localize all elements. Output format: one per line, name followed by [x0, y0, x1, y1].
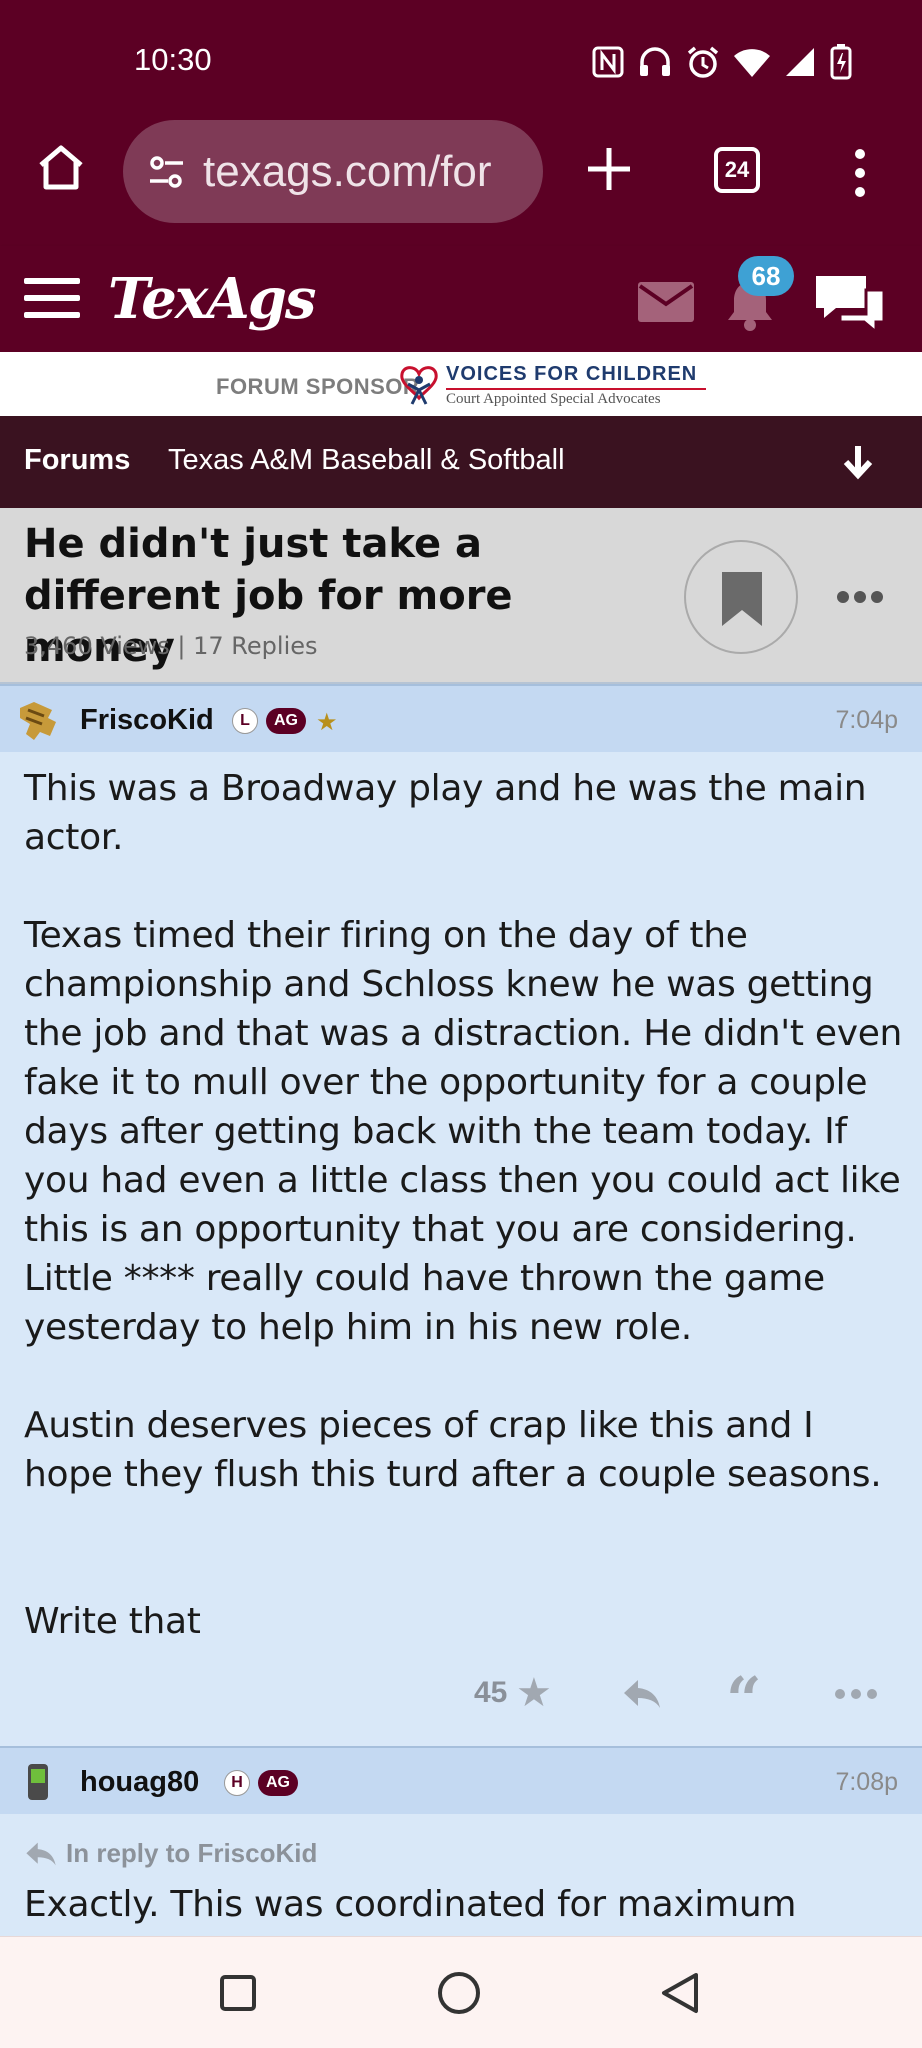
site-header: TexAgs 68 [0, 246, 922, 352]
lifetime-badge: L [232, 708, 258, 734]
notification-count-badge: 68 [738, 256, 794, 296]
sponsor-label: FORUM SPONSOR [216, 374, 420, 399]
site-settings-icon[interactable] [145, 150, 189, 194]
sponsor-subtitle: Court Appointed Special Advocates [446, 391, 661, 407]
post-actions: 45 ★ “ [0, 1666, 922, 1731]
status-bar: 10:30 [0, 0, 922, 120]
url-text: texags.com/for [203, 146, 492, 196]
thread-meta: 3,460 Views | 17 Replies [24, 632, 318, 660]
in-reply-to[interactable]: In reply to FriscoKid [24, 1838, 317, 1869]
avatar[interactable] [16, 1760, 60, 1804]
headphones-icon [640, 47, 670, 76]
home-nav-icon[interactable] [438, 1972, 480, 2014]
post-username[interactable]: houag80 [80, 1766, 199, 1799]
tab-switcher-button[interactable]: 24 [714, 147, 760, 193]
nfc-icon [592, 46, 624, 78]
thread-more-icon[interactable] [836, 590, 884, 604]
reply-icon [26, 1842, 56, 1865]
back-icon[interactable] [660, 1971, 700, 2015]
post-time: 7:08p [835, 1768, 898, 1796]
post-paragraph: Write that [24, 1601, 201, 1642]
avatar[interactable] [16, 698, 60, 742]
honor-badge: H [224, 1770, 250, 1796]
post-body: Exactly. This was coordinated for maximu… [24, 1880, 904, 1929]
arrow-down-icon[interactable] [838, 442, 878, 482]
mail-icon[interactable] [638, 282, 694, 322]
star-icon[interactable]: ★ [516, 1670, 552, 1716]
status-time: 10:30 [134, 42, 212, 77]
texags-logo[interactable]: TexAgs [108, 266, 316, 332]
premium-star-icon: ★ [316, 708, 338, 736]
forum-breadcrumb: Forums Texas A&M Baseball & Softball [0, 416, 922, 508]
system-navigation-bar [0, 1936, 922, 2048]
post-header: houag80 H AG 7:08p [0, 1746, 922, 1814]
reply-icon[interactable] [622, 1678, 662, 1710]
sponsor-divider [446, 388, 706, 390]
bookmark-button[interactable] [684, 540, 798, 654]
status-icons [592, 44, 852, 80]
menu-icon[interactable] [24, 276, 80, 320]
signal-icon [786, 48, 814, 76]
address-bar[interactable]: texags.com/for [123, 120, 543, 223]
breadcrumb-board[interactable]: Texas A&M Baseball & Softball [168, 444, 565, 477]
breadcrumb-forums[interactable]: Forums [24, 444, 130, 477]
alarm-icon [687, 46, 719, 78]
browser-menu-icon[interactable] [850, 148, 870, 198]
quote-icon[interactable]: “ [726, 1669, 762, 1731]
chat-icon[interactable] [812, 270, 888, 334]
in-reply-to-text: In reply to FriscoKid [66, 1838, 318, 1868]
voices-for-children-logo-icon [400, 366, 438, 405]
post-header: FriscoKid L AG ★ 7:04p [0, 684, 922, 752]
sponsor-name: VOICES FOR CHILDREN [446, 363, 698, 385]
battery-charging-icon [830, 44, 852, 80]
recents-icon[interactable] [220, 1975, 256, 2011]
home-icon[interactable] [36, 143, 86, 193]
post-paragraph: Texas timed their firing on the day of t… [24, 915, 903, 1348]
ag-badge: AG [266, 708, 306, 734]
ag-badge: AG [258, 1770, 298, 1796]
star-count: 45 [474, 1676, 508, 1709]
wifi-icon [734, 49, 770, 77]
post-more-icon[interactable] [834, 1688, 878, 1700]
post-body: This was a Broadway play and he was the … [24, 764, 904, 1646]
post-username[interactable]: FriscoKid [80, 704, 214, 737]
post-time: 7:04p [835, 706, 898, 734]
browser-toolbar: texags.com/for 24 [0, 120, 922, 246]
post-paragraph: This was a Broadway play and he was the … [24, 768, 867, 858]
new-tab-icon[interactable] [584, 144, 634, 194]
thread-header: He didn't just take a different job for … [0, 508, 922, 684]
bookmark-icon [722, 572, 762, 626]
post-paragraph: Exactly. This was coordinated for maximu… [24, 1884, 797, 1925]
forum-sponsor-banner[interactable]: FORUM SPONSOR VOICES FOR CHILDREN Court … [0, 352, 922, 416]
post-paragraph: Austin deserves pieces of crap like this… [24, 1405, 882, 1495]
